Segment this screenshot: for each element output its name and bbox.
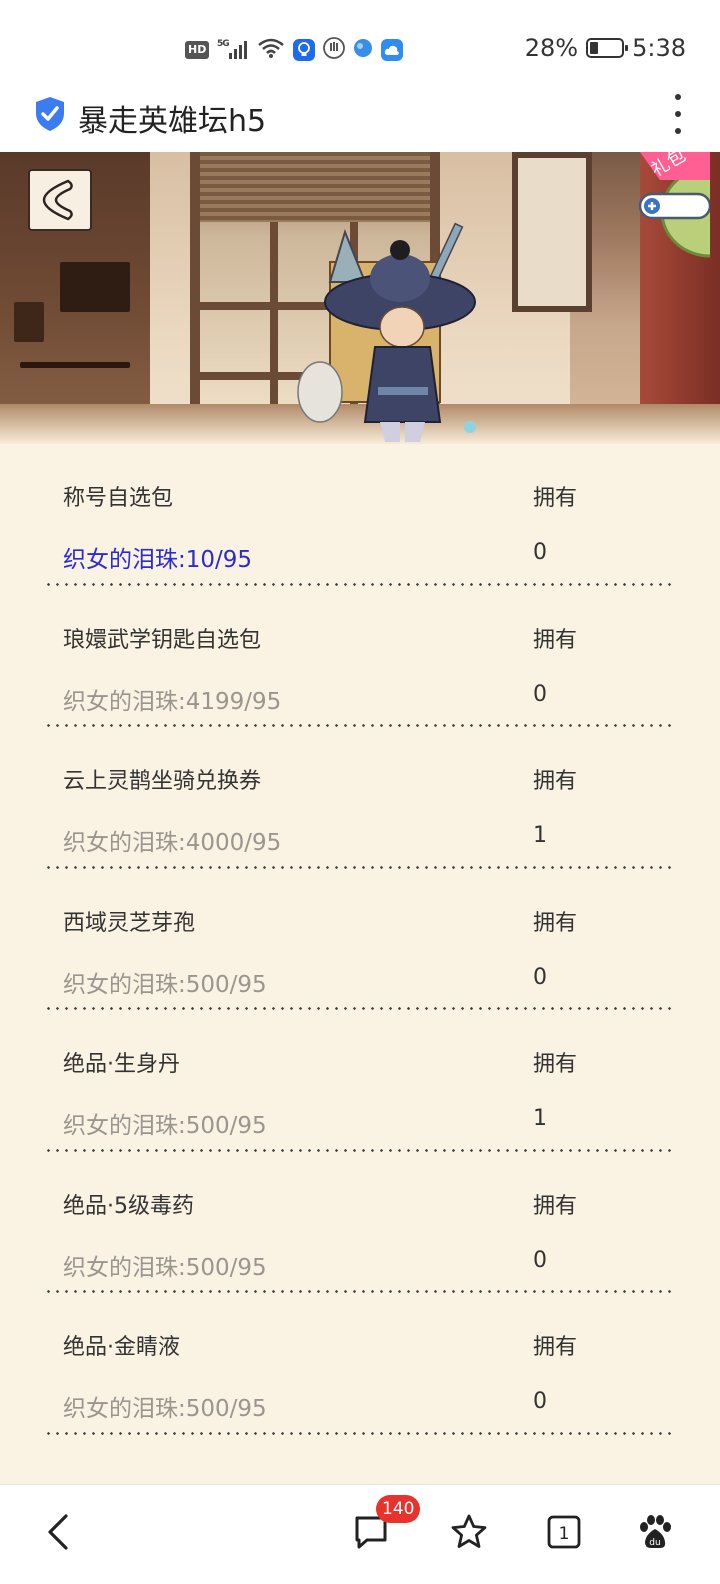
shield-icon [34,96,66,132]
signal-icon: 5G [217,37,249,64]
battery-fill [590,42,599,54]
exchange-list: 称号自选包 拥有 织女的泪珠:10/95 0 琅嬛武学钥匙自选包 拥有 织女的泪… [0,444,720,1484]
status-right: 28% 5:38 [525,34,686,62]
item-cost: 织女的泪珠:500/95 [63,1396,267,1422]
cloud-app-icon [381,39,404,61]
clock: 5:38 [632,34,686,62]
item-name: 绝品·5级毒药 [63,1193,194,1219]
owned-count: 1 [533,1106,547,1131]
more-menu-button[interactable] [670,94,686,134]
banner-painting [512,152,592,312]
item-cost: 织女的泪珠:500/95 [63,1113,267,1139]
owned-count: 0 [533,540,547,565]
list-item[interactable]: 云上灵鹊坐骑兑换券 拥有 织女的泪珠:4000/95 1 [0,727,720,869]
owned-count: 0 [533,1247,547,1273]
item-cost: 织女的泪珠:4000/95 [63,830,282,856]
battery-icon [586,38,629,58]
bulb-app-icon [293,39,316,61]
baidu-paw-icon: du [640,1515,671,1548]
list-item[interactable]: 绝品·金睛液 拥有 织女的泪珠:500/95 0 [0,1293,720,1435]
owned-label: 拥有 [533,910,578,936]
gift-icon: 礼包 [638,152,720,258]
owned-count: 0 [533,964,547,990]
back-button[interactable] [28,169,92,231]
item-name: 称号自选包 [63,486,174,511]
list-item[interactable]: 称号自选包 拥有 织女的泪珠:10/95 0 [0,444,720,586]
svg-text:du: du [649,1538,660,1548]
dotted-divider [44,1431,674,1435]
app-icon [353,38,373,62]
baidu-home-button[interactable]: du [630,1507,680,1557]
tabs-button[interactable]: 1 [539,1507,589,1557]
merchant-character-image [297,222,476,442]
owned-label: 拥有 [533,1052,578,1077]
tabs-count: 1 [559,1524,570,1544]
owned-label: 拥有 [533,1335,578,1360]
back-arrow-icon [42,179,73,221]
item-cost: 织女的泪珠:10/95 [63,547,253,573]
item-name: 绝品·生身丹 [63,1052,180,1077]
list-item[interactable]: 绝品·生身丹 拥有 织女的泪珠:500/95 1 [0,1010,720,1152]
item-name: 西域灵芝芽孢 [63,910,196,936]
browser-bottom-nav: 140 1 du [0,1484,720,1584]
status-icons: HD 5G [185,36,404,64]
game-banner: 礼包 [0,152,720,444]
item-name: 绝品·金睛液 [63,1335,180,1360]
nav-back-button[interactable] [34,1507,84,1557]
owned-count: 0 [533,1389,547,1414]
browser-title-bar: 暴走英雄坛h5 [0,80,720,152]
messages-badge: 140 [376,1495,421,1523]
more-dot-icon [675,128,681,134]
more-dot-icon [675,111,681,117]
star-icon [451,1514,487,1548]
item-cost: 织女的泪珠:500/95 [63,1254,267,1281]
owned-label: 拥有 [533,627,578,653]
wifi-icon [257,37,285,63]
item-name: 云上灵鹊坐骑兑换券 [63,769,262,794]
item-cost: 织女的泪珠:500/95 [63,971,267,998]
hand-icon [323,37,346,63]
battery-percent: 28% [524,34,579,62]
owned-label: 拥有 [533,769,578,794]
item-name: 琅嬛武学钥匙自选包 [63,627,262,653]
item-cost: 织女的泪珠:4199/95 [63,688,282,715]
list-item[interactable]: 琅嬛武学钥匙自选包 拥有 织女的泪珠:4199/95 0 [0,586,720,727]
favorites-button[interactable] [444,1507,494,1557]
owned-count: 0 [533,681,547,707]
list-item[interactable]: 绝品·5级毒药 拥有 织女的泪珠:500/95 0 [0,1152,720,1293]
network-type: 5G [217,39,229,49]
chevron-left-icon [48,1514,68,1550]
list-item[interactable]: 西域灵芝芽孢 拥有 织女的泪珠:500/95 0 [0,869,720,1010]
hd-icon: HD [185,41,210,59]
page-title: 暴走英雄坛h5 [78,104,267,139]
tabs-icon: 1 [547,1515,581,1549]
status-bar: HD 5G 28% 5:38 [0,0,720,80]
owned-count: 1 [533,823,547,848]
owned-label: 拥有 [533,486,578,511]
owned-label: 拥有 [533,1193,578,1219]
gift-pack-button[interactable]: 礼包 [620,152,720,262]
more-dot-icon [675,94,681,100]
